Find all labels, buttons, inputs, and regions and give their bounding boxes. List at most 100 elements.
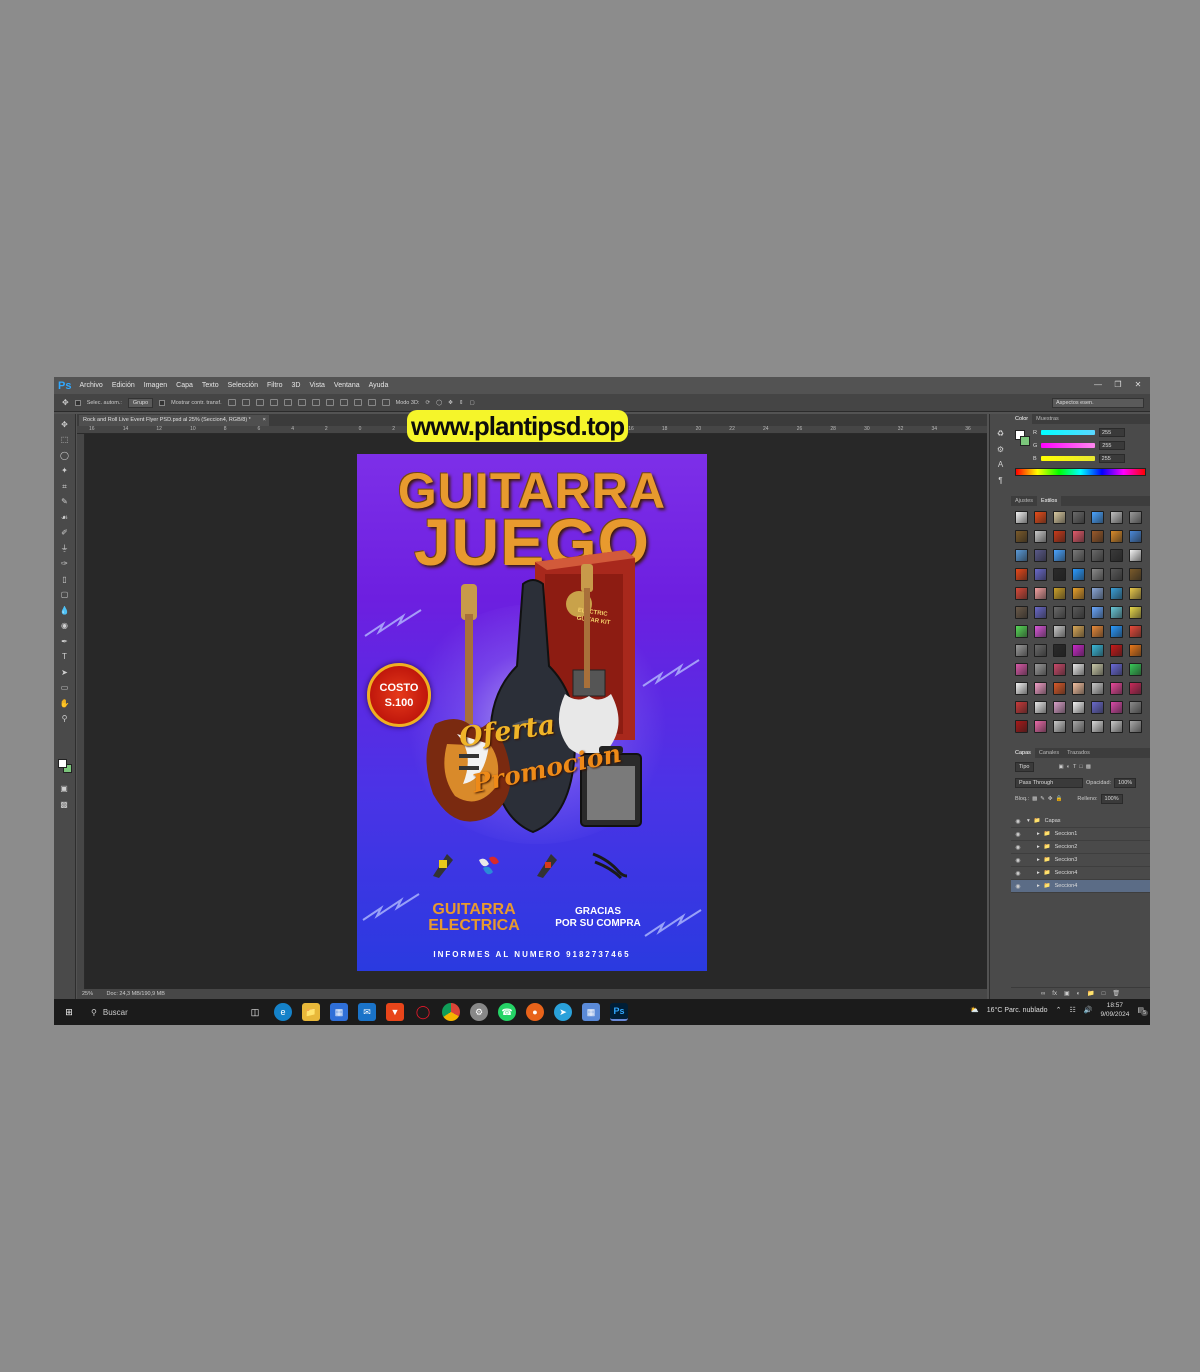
style-swatch[interactable] (1053, 568, 1066, 581)
style-swatch[interactable] (1015, 682, 1028, 695)
style-swatch[interactable] (1053, 682, 1066, 695)
filter-shape-icon[interactable]: □ (1079, 764, 1082, 770)
style-swatch[interactable] (1034, 625, 1047, 638)
menu-ayuda[interactable]: Ayuda (369, 382, 389, 389)
menu-archivo[interactable]: Archivo (79, 382, 102, 389)
channel-r-slider[interactable] (1040, 430, 1095, 435)
show-hidden-icons[interactable]: ⌃ (1056, 1006, 1062, 1014)
style-swatch[interactable] (1072, 606, 1085, 619)
fill-input[interactable]: 100% (1100, 794, 1123, 804)
scale-3d-icon[interactable]: ▢ (469, 400, 474, 406)
move-tool-icon[interactable]: ✥ (59, 419, 71, 430)
show-transform-checkbox[interactable] (159, 399, 166, 406)
telegram-icon[interactable]: ➤ (554, 1003, 572, 1021)
distribute-bottom-icon[interactable] (339, 399, 348, 406)
style-swatch[interactable] (1072, 682, 1085, 695)
style-swatch[interactable] (1091, 549, 1104, 562)
style-swatch[interactable] (1091, 663, 1104, 676)
style-swatch[interactable] (1053, 530, 1066, 543)
network-icon[interactable]: ☷ (1069, 1006, 1075, 1014)
zoom-level[interactable]: 25% (82, 991, 93, 997)
style-swatch[interactable] (1015, 663, 1028, 676)
style-swatch[interactable] (1110, 587, 1123, 600)
distribute-left-icon[interactable] (353, 399, 362, 406)
menu-texto[interactable]: Texto (202, 382, 219, 389)
style-swatch[interactable] (1110, 625, 1123, 638)
style-swatch[interactable] (1034, 549, 1047, 562)
style-swatch[interactable] (1034, 530, 1047, 543)
clock[interactable]: 18:57 9/09/2024 (1100, 1001, 1129, 1019)
align-left-icon[interactable] (269, 399, 278, 406)
distribute-middle-icon[interactable] (325, 399, 334, 406)
auto-align-icon[interactable] (381, 399, 390, 406)
new-group-icon[interactable]: 📁 (1087, 990, 1094, 997)
photoshop-icon[interactable]: Ps (610, 1003, 628, 1021)
mail-icon[interactable]: ✉ (358, 1003, 376, 1021)
edge-icon[interactable]: e (274, 1003, 292, 1021)
style-swatch[interactable] (1072, 549, 1085, 562)
style-swatch[interactable] (1015, 568, 1028, 581)
lock-position-icon[interactable]: ✥ (1048, 796, 1053, 802)
workspace-dropdown[interactable]: Aspectos esen. (1052, 398, 1144, 408)
style-swatch[interactable] (1129, 682, 1142, 695)
style-swatch[interactable] (1129, 625, 1142, 638)
style-swatch[interactable] (1091, 511, 1104, 524)
clone-stamp-tool-icon[interactable]: ⏚ (59, 543, 71, 554)
style-swatch[interactable] (1091, 587, 1104, 600)
pen-tool-icon[interactable]: ✒ (59, 636, 71, 647)
filter-adjust-icon[interactable]: ◐ (1067, 764, 1070, 770)
style-swatch[interactable] (1091, 606, 1104, 619)
eyedropper-tool-icon[interactable]: ✎ (59, 496, 71, 507)
filter-pixel-icon[interactable]: ▣ (1059, 764, 1064, 770)
layer-row[interactable]: ◉ ▸ 📁 Seccion2 (1011, 841, 1150, 854)
gradient-tool-icon[interactable]: ▢ (59, 589, 71, 600)
style-swatch[interactable] (1034, 720, 1047, 733)
style-swatch[interactable] (1129, 701, 1142, 714)
close-icon[interactable]: ✕ (1130, 378, 1146, 391)
rectangle-tool-icon[interactable]: ▭ (59, 682, 71, 693)
style-swatch[interactable] (1015, 606, 1028, 619)
drag-3d-icon[interactable]: ✥ (448, 400, 453, 406)
volume-icon[interactable]: 🔊 (1084, 1006, 1093, 1014)
style-swatch[interactable] (1091, 682, 1104, 695)
align-center-icon[interactable] (283, 399, 292, 406)
menu-vista[interactable]: Vista (309, 382, 324, 389)
style-swatch[interactable] (1129, 511, 1142, 524)
hand-tool-icon[interactable]: ✋ (59, 698, 71, 709)
weather-text[interactable]: 16°C Parc. nublado (987, 1007, 1048, 1014)
style-swatch[interactable] (1034, 587, 1047, 600)
visibility-eye-icon[interactable]: ◉ (1011, 883, 1025, 890)
windows-start-icon[interactable]: ⊞ (60, 1003, 78, 1021)
marquee-tool-icon[interactable]: ⬚ (59, 434, 71, 445)
menu-seleccion[interactable]: Selección (228, 382, 258, 389)
doc-size[interactable]: Doc: 24,3 MB/190,9 MB (107, 991, 165, 997)
blend-mode-dropdown[interactable]: Pass Through (1015, 778, 1083, 788)
align-top-icon[interactable] (227, 399, 236, 406)
style-swatch[interactable] (1034, 568, 1047, 581)
channel-b-value[interactable]: 255 (1098, 454, 1125, 463)
style-swatch[interactable] (1015, 587, 1028, 600)
document-tab[interactable]: Rock and Roll Live Event Flyer PSD.psd a… (79, 415, 269, 426)
style-swatch[interactable] (1110, 606, 1123, 619)
style-swatch[interactable] (1053, 606, 1066, 619)
style-swatch[interactable] (1034, 682, 1047, 695)
visibility-eye-icon[interactable]: ◉ (1011, 870, 1025, 877)
style-swatch[interactable] (1091, 720, 1104, 733)
align-bottom-icon[interactable] (255, 399, 264, 406)
blur-tool-icon[interactable]: 💧 (59, 605, 71, 616)
menu-filtro[interactable]: Filtro (267, 382, 283, 389)
style-swatch[interactable] (1072, 568, 1085, 581)
style-swatch[interactable] (1110, 663, 1123, 676)
channel-g-slider[interactable] (1041, 443, 1096, 448)
layer-row-selected[interactable]: ◉ ▸ 📁 Seccion4 (1011, 880, 1150, 893)
link-layers-icon[interactable]: ∞ (1041, 991, 1045, 997)
chrome-icon[interactable] (442, 1003, 460, 1021)
lock-pixels-icon[interactable]: ▩ (1032, 796, 1037, 802)
eraser-tool-icon[interactable]: ▯ (59, 574, 71, 585)
layer-row[interactable]: ◉ ▸ 📁 Seccion3 (1011, 854, 1150, 867)
visibility-eye-icon[interactable]: ◉ (1011, 831, 1025, 838)
style-swatch[interactable] (1129, 587, 1142, 600)
quick-select-tool-icon[interactable]: ✦ (59, 465, 71, 476)
style-swatch[interactable] (1015, 511, 1028, 524)
channel-b-slider[interactable] (1040, 456, 1095, 461)
